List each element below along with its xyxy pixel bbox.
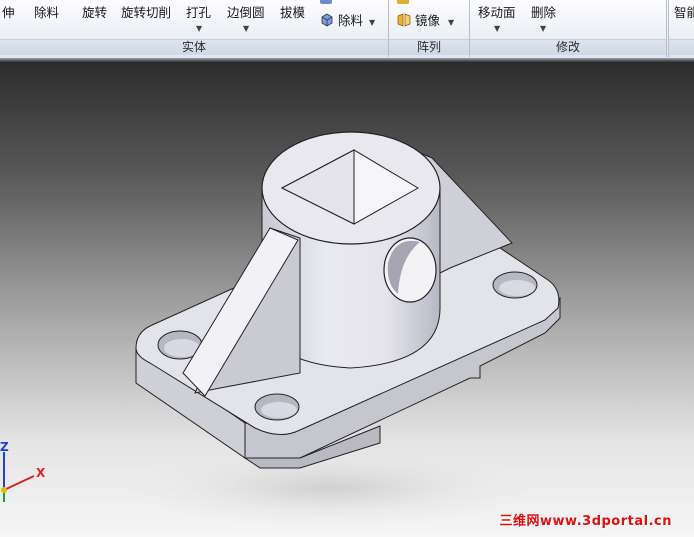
smart-group: 智能: [668, 0, 694, 57]
base-hole-right-inner: [499, 280, 535, 296]
mirror-dropdown-icon[interactable]: ▼: [448, 18, 454, 27]
fillet-dropdown-icon[interactable]: ▼: [243, 24, 249, 33]
axis-z-label: Z: [0, 440, 9, 454]
modify-group: 移动面 ▼ 删除 ▼ 修改: [470, 0, 667, 57]
mirror-label: 镜像: [415, 13, 441, 28]
axis-triad: [1, 452, 35, 502]
small-remove-label: 除料: [338, 13, 364, 28]
watermark-text: 三维网www.3dportal.cn: [499, 514, 672, 529]
draft-button[interactable]: 拔模: [280, 4, 305, 22]
floor-shadow: [120, 448, 540, 528]
delete-dropdown-icon[interactable]: ▼: [540, 24, 546, 33]
hole-dropdown-icon[interactable]: ▼: [196, 24, 202, 33]
move-face-dropdown-icon[interactable]: ▼: [494, 24, 500, 33]
array-group: 镜像 ▼ 阵列: [389, 0, 470, 57]
modify-group-caption: 修改: [470, 39, 666, 55]
small-remove-dropdown-icon[interactable]: ▼: [369, 18, 375, 27]
extrude-button[interactable]: 伸: [2, 4, 15, 22]
revolve-button[interactable]: 旋转: [82, 4, 107, 22]
delete-button[interactable]: 删除: [531, 4, 556, 22]
revolve-cut-button[interactable]: 旋转切削: [121, 4, 171, 22]
array-group-caption: 阵列: [389, 39, 469, 55]
hole-button[interactable]: 打孔: [186, 4, 211, 22]
axis-x-label: X: [36, 466, 46, 480]
ribbon-toolbar: 伸 除料 旋转 旋转切削 打孔 ▼ 边倒圆 ▼ 拔模 除料 ▼ 实体 镜像 ▼ …: [0, 0, 694, 59]
partial-array-icon-top: [397, 0, 409, 4]
3d-viewport[interactable]: Z X 三维网www.3dportal.cn: [0, 58, 694, 537]
base-hole-front-inner: [261, 402, 297, 418]
smart-group-caption: [669, 39, 694, 55]
remove-cube-icon: [320, 13, 334, 27]
small-remove-button[interactable]: 除料 ▼: [320, 12, 375, 30]
partial-icon-top: [320, 0, 332, 4]
mirror-button[interactable]: 镜像 ▼: [397, 12, 454, 30]
remove-button[interactable]: 除料: [34, 4, 59, 22]
mirror-icon: [397, 13, 411, 27]
viewport-top-border: [0, 58, 694, 62]
move-face-button[interactable]: 移动面: [478, 4, 516, 22]
smart-button[interactable]: 智能: [674, 4, 694, 22]
part-model[interactable]: [0, 58, 694, 537]
solid-group: 伸 除料 旋转 旋转切削 打孔 ▼ 边倒圆 ▼ 拔模 除料 ▼ 实体: [0, 0, 389, 57]
solid-group-caption: 实体: [0, 39, 388, 55]
fillet-button[interactable]: 边倒圆: [227, 4, 265, 22]
